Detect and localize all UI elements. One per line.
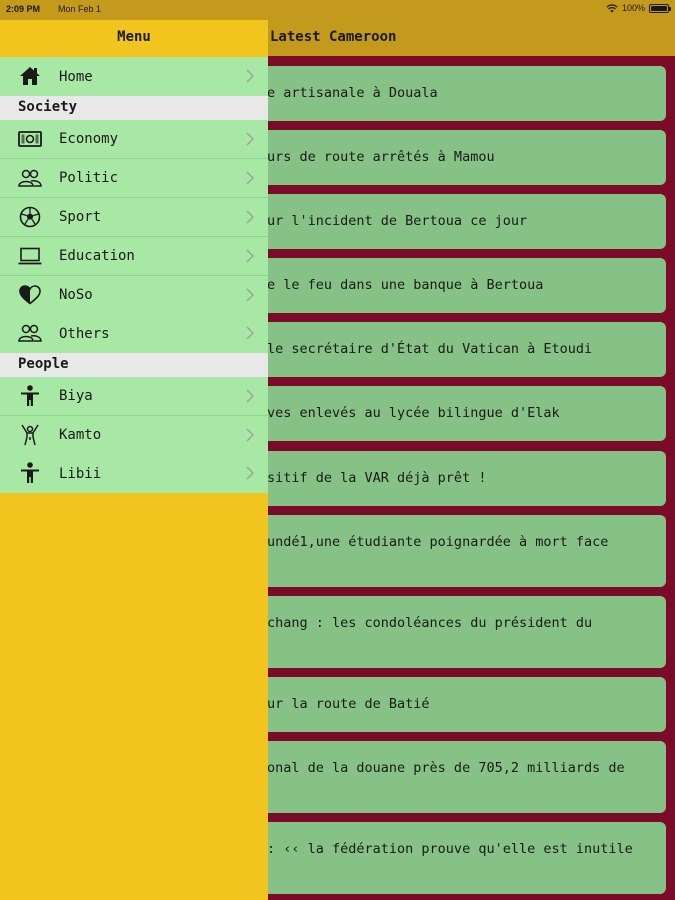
menu-item-label: Sport	[59, 209, 102, 225]
article-card[interactable]: ur la route de Batié	[240, 677, 666, 732]
chevron-right-icon	[246, 428, 254, 442]
menu-item-label: Kamto	[59, 427, 102, 443]
menu-item-education[interactable]: Education	[0, 237, 268, 276]
article-card[interactable]: e artisanale à Douala	[240, 66, 666, 121]
battery-percent: 100%	[621, 3, 645, 13]
menu-item-noso[interactable]: NoSo	[0, 276, 268, 315]
section-header-society: Society	[0, 96, 268, 120]
chevron-right-icon	[246, 210, 254, 224]
chevron-right-icon	[246, 69, 254, 83]
chevron-right-icon	[246, 249, 254, 263]
article-title: le secrétaire d'État du Vatican à Etoudi	[267, 341, 593, 357]
article-title: ur la route de Batié	[267, 696, 430, 712]
article-title: ur l'incident de Bertoua ce jour	[267, 213, 528, 229]
status-indicators: 100%	[606, 3, 671, 13]
status-bar: 2:09 PM Mon Feb 1 100%	[0, 0, 675, 20]
menu-item-label: NoSo	[59, 287, 93, 303]
menu-item-label: Libii	[59, 465, 102, 482]
menu-item-label: Others	[59, 325, 110, 342]
menu-item-label: Biya	[59, 388, 93, 404]
article-title: chang : les condoléances du président du	[267, 615, 593, 631]
person-icon	[18, 385, 42, 407]
menu-item-sport[interactable]: Sport	[0, 198, 268, 237]
article-card[interactable]: ur l'incident de Bertoua ce jour	[240, 194, 666, 249]
article-card[interactable]: undé1,une étudiante poignardée à mort fa…	[240, 515, 666, 587]
article-title: onal de la douane près de 705,2 milliard…	[267, 760, 625, 776]
home-icon	[18, 65, 42, 87]
menu-item-home[interactable]: Home	[0, 57, 268, 96]
wifi-icon	[606, 3, 618, 12]
section-title: Society	[18, 99, 78, 115]
money-icon	[18, 128, 42, 150]
article-title: e le feu dans une banque à Bertoua	[267, 277, 544, 293]
status-date: Mon Feb 1	[58, 4, 102, 14]
article-card[interactable]: : ‹‹ la fédération prouve qu'elle est in…	[240, 822, 666, 894]
person-waving-icon	[18, 424, 42, 446]
side-drawer: Menu Home Society Economy Politic Sport	[0, 0, 268, 900]
menu-item-others[interactable]: Others	[0, 314, 268, 353]
chevron-right-icon	[246, 132, 254, 146]
page-title: Latest Cameroon	[270, 29, 397, 45]
article-title: sitif de la VAR déjà prêt !	[267, 470, 487, 486]
section-header-people: People	[0, 353, 268, 377]
chevron-right-icon	[246, 288, 254, 302]
article-title: undé1,une étudiante poignardée à mort fa…	[267, 534, 609, 550]
people-icon	[18, 167, 42, 189]
menu-item-politic[interactable]: Politic	[0, 159, 268, 198]
menu-item-biya[interactable]: Biya	[0, 377, 268, 416]
section-title: People	[18, 356, 69, 372]
article-card[interactable]: sitif de la VAR déjà prêt !	[240, 451, 666, 506]
article-title: : ‹‹ la fédération prouve qu'elle est in…	[267, 841, 633, 857]
people-icon	[18, 322, 42, 344]
chevron-right-icon	[246, 171, 254, 185]
article-title: e artisanale à Douala	[267, 85, 438, 101]
menu-item-label: Education	[59, 248, 135, 264]
menu-item-libii[interactable]: Libii	[0, 454, 268, 493]
chevron-right-icon	[246, 326, 254, 340]
person-icon	[18, 462, 42, 484]
menu-item-label: Home	[59, 68, 93, 85]
article-card[interactable]: le secrétaire d'État du Vatican à Etoudi	[240, 322, 666, 377]
chevron-right-icon	[246, 466, 254, 480]
article-card[interactable]: e le feu dans une banque à Bertoua	[240, 258, 666, 313]
menu-item-kamto[interactable]: Kamto	[0, 416, 268, 455]
laptop-icon	[18, 245, 42, 267]
menu-item-economy[interactable]: Economy	[0, 120, 268, 159]
article-card[interactable]: urs de route arrêtés à Mamou	[240, 130, 666, 185]
article-card[interactable]: onal de la douane près de 705,2 milliard…	[240, 741, 666, 813]
article-title: ves enlevés au lycée bilingue d'Elak	[267, 405, 560, 421]
article-card[interactable]: chang : les condoléances du président du	[240, 596, 666, 668]
article-title: urs de route arrêtés à Mamou	[267, 149, 495, 165]
status-time: 2:09 PM	[6, 4, 41, 14]
chevron-right-icon	[246, 389, 254, 403]
drawer-title: Menu	[117, 29, 151, 45]
battery-icon	[649, 3, 671, 13]
menu-item-label: Economy	[59, 131, 119, 147]
menu-item-label: Politic	[59, 170, 119, 186]
article-card[interactable]: ves enlevés au lycée bilingue d'Elak	[240, 386, 666, 441]
soccer-ball-icon	[18, 206, 42, 228]
heart-icon	[18, 284, 42, 306]
